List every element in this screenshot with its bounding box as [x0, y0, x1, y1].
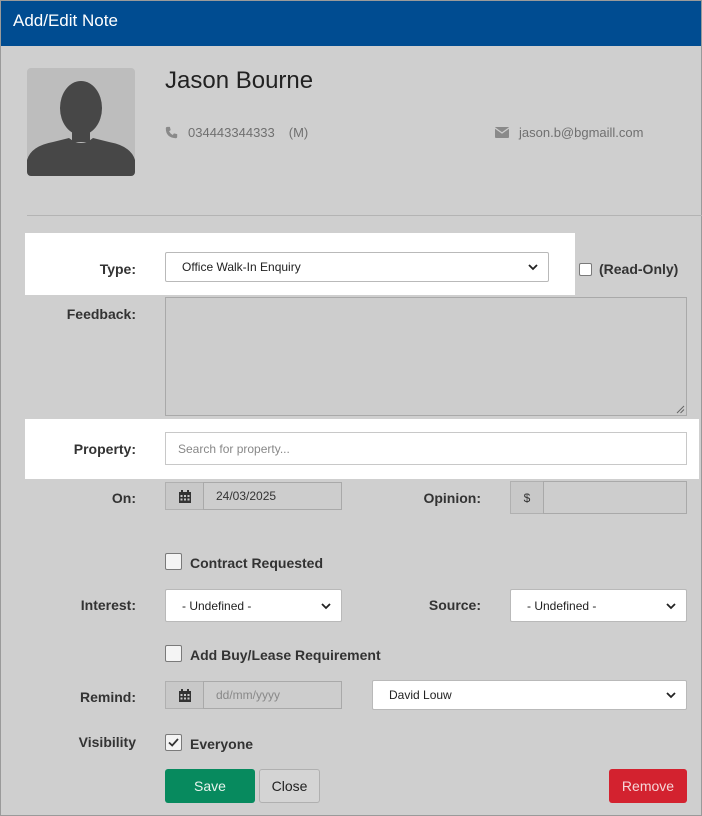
currency-addon: $	[510, 481, 544, 514]
buy-lease-checkbox[interactable]	[165, 645, 182, 662]
remind-date-input[interactable]: dd/mm/yyyy	[203, 681, 342, 709]
interest-select-value: - Undefined -	[182, 598, 252, 613]
on-date-calendar-button[interactable]	[165, 482, 204, 510]
everyone-checkbox[interactable]	[165, 734, 182, 751]
interest-label: Interest:	[80, 597, 136, 613]
contact-phone: 034443344333 (M)	[165, 125, 308, 140]
envelope-icon	[495, 127, 509, 138]
phone-number: 034443344333	[188, 125, 275, 140]
chevron-down-icon	[666, 602, 676, 609]
type-select-value: Office Walk-In Enquiry	[182, 260, 301, 274]
phone-icon	[165, 126, 178, 139]
property-label: Property:	[73, 441, 136, 457]
chevron-down-icon	[528, 264, 538, 271]
remind-date-placeholder: dd/mm/yyyy	[216, 688, 281, 702]
contact-name: Jason Bourne	[165, 67, 314, 94]
feedback-textarea[interactable]	[165, 297, 687, 416]
interest-select[interactable]: - Undefined -	[165, 589, 342, 622]
on-date-input[interactable]: 24/03/2025	[203, 482, 342, 510]
on-label: On:	[111, 490, 136, 506]
calendar-icon	[178, 489, 191, 503]
opinion-input[interactable]	[543, 481, 687, 514]
remind-label: Remind:	[80, 689, 136, 705]
contract-requested-checkbox[interactable]	[165, 553, 182, 570]
save-button[interactable]: Save	[165, 769, 255, 803]
chevron-down-icon	[321, 602, 331, 609]
avatar	[27, 68, 135, 176]
type-label: Type:	[99, 261, 136, 277]
source-label: Source:	[428, 597, 481, 613]
readonly-label: (Read-Only)	[599, 261, 679, 277]
chevron-down-icon	[666, 692, 676, 699]
feedback-label: Feedback:	[66, 306, 136, 322]
remind-user-select[interactable]: David Louw	[372, 680, 687, 710]
remove-button[interactable]: Remove	[609, 769, 687, 803]
contact-email: jason.b@bgmaill.com	[495, 125, 643, 140]
contract-requested-label: Contract Requested	[190, 555, 324, 571]
property-search-input[interactable]: Search for property...	[165, 432, 687, 465]
remind-user-value: David Louw	[389, 688, 452, 702]
calendar-icon	[178, 688, 191, 702]
divider	[27, 215, 702, 216]
property-placeholder: Search for property...	[178, 441, 290, 456]
checkmark-icon	[168, 738, 179, 747]
dialog-title: Add/Edit Note	[13, 11, 118, 30]
type-select[interactable]: Office Walk-In Enquiry	[165, 252, 549, 282]
readonly-checkbox[interactable]	[579, 263, 592, 276]
phone-type: (M)	[288, 125, 309, 140]
person-silhouette-icon	[27, 81, 135, 176]
currency-symbol: $	[523, 490, 531, 505]
dialog-titlebar: Add/Edit Note	[1, 1, 701, 46]
add-edit-note-dialog: Add/Edit Note Jason Bourne 034443344333 …	[0, 0, 702, 816]
remind-calendar-button[interactable]	[165, 681, 204, 709]
everyone-label: Everyone	[190, 736, 254, 752]
email-address: jason.b@bgmaill.com	[519, 125, 644, 140]
close-button[interactable]: Close	[259, 769, 320, 803]
buy-lease-label: Add Buy/Lease Requirement	[190, 647, 381, 663]
opinion-label: Opinion:	[423, 490, 481, 506]
resize-handle-icon[interactable]	[676, 405, 685, 414]
source-select-value: - Undefined -	[527, 598, 597, 613]
source-select[interactable]: - Undefined -	[510, 589, 687, 622]
on-date-value: 24/03/2025	[216, 489, 277, 503]
visibility-label: Visibility	[78, 734, 136, 750]
